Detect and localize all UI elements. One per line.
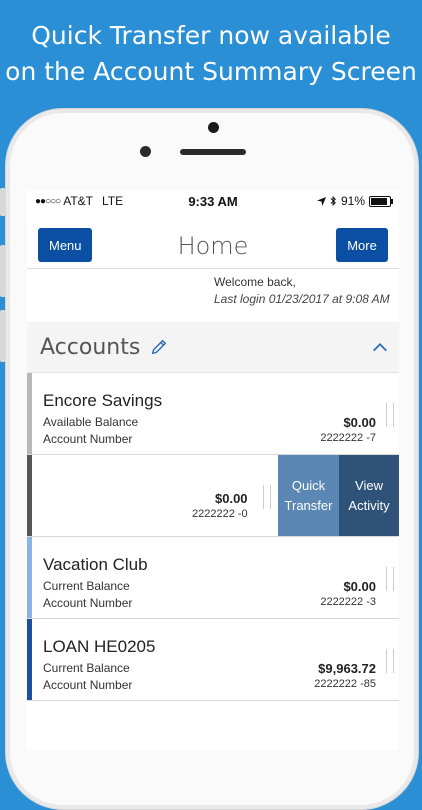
balance-amount: $0.00 [343,579,376,594]
welcome-message: Welcome back, Last login 01/23/2017 at 9… [27,269,399,322]
account-number: 2222222 -7 [320,432,376,444]
drag-handle-icon[interactable] [386,403,394,427]
balance-label: Available Balance [43,415,139,429]
last-login: Last login 01/23/2017 at 9:08 AM [214,292,390,306]
account-color-bar [27,455,32,536]
account-color-bar [27,373,32,454]
account-row-vacation-club[interactable]: Vacation Club Current Balance Account Nu… [27,537,399,619]
drag-handle-icon[interactable] [263,485,271,509]
balance-label: Current Balance [43,661,130,675]
status-bar: ●●○○○ AT&T LTE 9:33 AM 91% [27,190,399,212]
battery-icon [369,195,393,207]
nav-bar: Menu Home More [27,212,399,269]
account-number-label: Account Number [43,596,133,610]
promo-line-1: Quick Transfer now available [31,21,391,50]
volume-up-button [0,245,6,297]
account-row-swiped[interactable]: $0.00 2222222 -0 Quick Transfer View Act… [27,455,399,537]
account-number: 2222222 -0 [192,508,248,520]
view-activity-button[interactable]: View Activity [339,455,399,536]
accounts-header[interactable]: Accounts [27,322,399,373]
balance-label: Current Balance [43,579,130,593]
account-name: Encore Savings [43,391,163,410]
proximity-sensor [208,122,219,133]
welcome-greeting: Welcome back, [214,275,296,289]
mute-switch [0,188,6,216]
account-name: LOAN HE0205 [43,637,156,656]
status-time: 9:33 AM [188,193,238,209]
account-row-loan-he0205[interactable]: LOAN HE0205 Current Balance Account Numb… [27,619,399,701]
accounts-title: Accounts [40,334,141,360]
quick-transfer-button[interactable]: Quick Transfer [278,455,339,536]
front-camera [140,146,151,157]
phone-screen: ●●○○○ AT&T LTE 9:33 AM 91% Menu Home Mor… [27,190,399,750]
volume-down-button [0,310,6,362]
promo-banner: Quick Transfer now available on the Acco… [0,18,422,90]
account-number: 2222222 -85 [314,678,376,690]
drag-handle-icon[interactable] [386,567,394,591]
balance-amount: $0.00 [343,415,376,430]
balance-amount: $0.00 [215,491,248,506]
account-row-encore-savings[interactable]: Encore Savings Available Balance Account… [27,373,399,455]
drag-handle-icon[interactable] [386,649,394,673]
account-number-label: Account Number [43,678,133,692]
earpiece-speaker [180,149,246,155]
account-color-bar [27,537,32,618]
account-number-label: Account Number [43,432,133,446]
account-number: 2222222 -3 [320,596,376,608]
account-name: Vacation Club [43,555,148,574]
account-color-bar [27,619,32,700]
chevron-up-icon[interactable] [371,338,389,356]
promo-line-2: on the Account Summary Screen [5,57,417,86]
balance-amount: $9,963.72 [318,661,376,676]
more-button[interactable]: More [336,228,388,262]
pencil-icon[interactable] [150,338,168,356]
